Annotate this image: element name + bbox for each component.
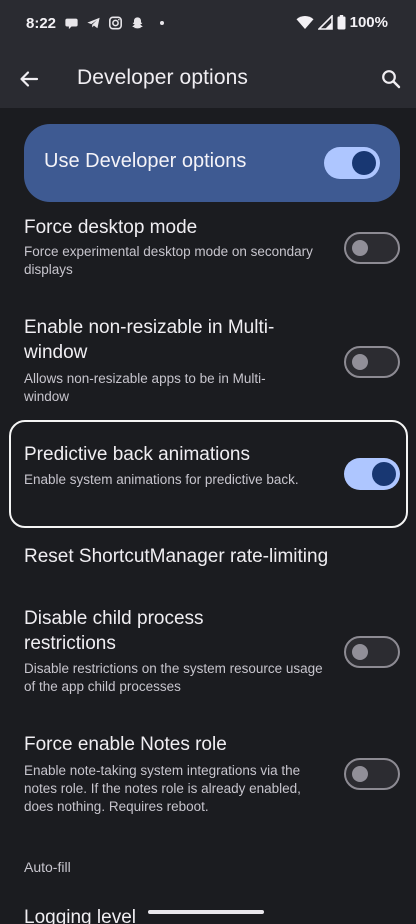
- setting-title: Logging level: [24, 907, 136, 924]
- wifi-icon: [296, 16, 314, 29]
- setting-summary: Enable note-taking system integrations v…: [24, 763, 301, 814]
- toggle-knob: [352, 151, 376, 175]
- use-developer-options-card[interactable]: Use Developer options: [24, 124, 400, 202]
- use-developer-options-label: Use Developer options: [44, 150, 247, 172]
- setting-summary: Disable restrictions on the system resou…: [24, 661, 323, 694]
- instagram-icon: [109, 16, 122, 30]
- setting-summary: Allows non-resizable apps to be in Multi…: [24, 371, 266, 404]
- setting-title: Reset ShortcutManager rate-limiting: [24, 546, 329, 567]
- home-indicator[interactable]: [148, 910, 264, 914]
- setting-disable-child-process-restrictions[interactable]: Disable child process restrictions Disab…: [0, 604, 416, 700]
- setting-title: Enable non-resizable in Multi-window: [24, 317, 275, 363]
- page-title: Developer options: [77, 66, 248, 89]
- setting-title: Force enable Notes role: [24, 734, 227, 755]
- setting-force-enable-notes-role[interactable]: Force enable Notes role Enable note-taki…: [0, 732, 416, 818]
- setting-summary: Force experimental desktop mode on secon…: [24, 244, 313, 277]
- toggle-knob: [352, 240, 368, 256]
- chat-bubble-icon: [65, 18, 78, 30]
- disable-child-process-restrictions-toggle[interactable]: [344, 636, 400, 668]
- battery-percent: 100%: [349, 14, 388, 31]
- status-time: 8:22: [26, 15, 57, 32]
- toggle-knob: [352, 766, 368, 782]
- setting-title: Disable child process restrictions: [24, 608, 204, 654]
- system-icons: 100%: [296, 14, 388, 31]
- notification-icons: [64, 16, 164, 30]
- force-desktop-mode-toggle[interactable]: [344, 232, 400, 264]
- section-header-auto-fill: Auto-fill: [24, 859, 71, 875]
- status-bar: 8:22 100%: [0, 0, 416, 52]
- toggle-knob: [352, 354, 368, 370]
- toggle-knob: [372, 462, 396, 486]
- snapchat-icon: [132, 17, 143, 29]
- setting-predictive-back-animations[interactable]: Predictive back animations Enable system…: [0, 440, 416, 520]
- enable-non-resizable-toggle[interactable]: [344, 346, 400, 378]
- setting-force-desktop-mode[interactable]: Force desktop mode Force experimental de…: [0, 212, 416, 292]
- arrow-back-icon: [20, 71, 39, 87]
- setting-enable-non-resizable[interactable]: Enable non-resizable in Multi-window All…: [0, 314, 416, 410]
- setting-title: Force desktop mode: [24, 217, 198, 238]
- use-developer-options-toggle[interactable]: [324, 147, 380, 179]
- predictive-back-animations-toggle[interactable]: [344, 458, 400, 490]
- cell-signal-icon: [317, 15, 333, 30]
- force-enable-notes-role-toggle[interactable]: [344, 758, 400, 790]
- notification-dot-icon: [160, 21, 164, 25]
- toggle-knob: [352, 644, 368, 660]
- battery-icon: [337, 15, 346, 30]
- screen: 8:22 100% Developer options Use Develope…: [0, 0, 416, 924]
- setting-summary: Enable system animations for predictive …: [24, 472, 299, 487]
- setting-reset-shortcutmanager[interactable]: Reset ShortcutManager rate-limiting: [0, 542, 416, 576]
- back-button[interactable]: [14, 64, 44, 94]
- telegram-icon: [87, 17, 100, 29]
- setting-title: Predictive back animations: [24, 444, 250, 465]
- search-icon: [382, 70, 401, 89]
- search-button[interactable]: [376, 64, 406, 94]
- app-bar: Developer options: [0, 52, 416, 108]
